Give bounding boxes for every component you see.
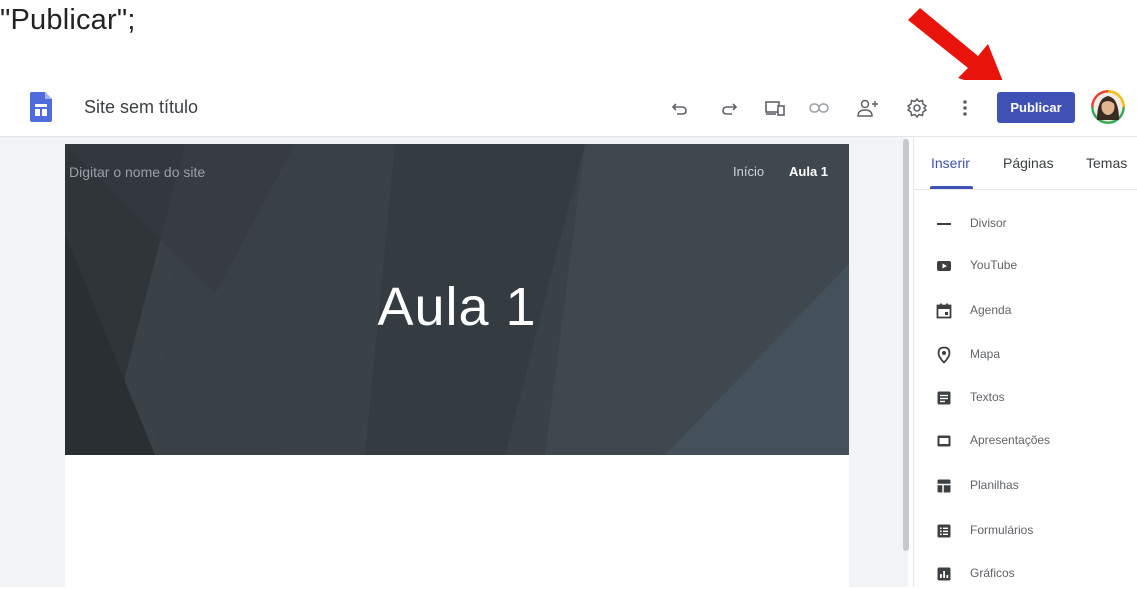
sites-logo-icon: [30, 92, 52, 122]
more-vert-icon[interactable]: [954, 97, 976, 119]
insert-item-label: Planilhas: [970, 478, 1019, 492]
calendar-icon: [936, 303, 952, 319]
charts-icon: [937, 567, 951, 581]
insert-item-youtube[interactable]: YouTube: [914, 251, 1137, 281]
insert-item-label: Textos: [970, 390, 1005, 404]
header-banner[interactable]: Digitar o nome do site Início Aula 1 Aul…: [65, 144, 849, 455]
map-pin-icon: [937, 346, 951, 364]
settings-gear-icon[interactable]: [906, 97, 928, 119]
redo-icon[interactable]: [718, 97, 740, 119]
panel-divider: [914, 189, 1137, 190]
insert-item-label: Formulários: [970, 523, 1034, 537]
youtube-icon: [937, 261, 951, 271]
publish-button[interactable]: Publicar: [997, 92, 1075, 123]
insert-item-agenda[interactable]: Agenda: [914, 296, 1137, 326]
insert-item-label: Agenda: [970, 303, 1012, 317]
insert-item-mapa[interactable]: Mapa: [914, 340, 1137, 370]
docs-icon: [937, 391, 951, 405]
site-name-placeholder[interactable]: Digitar o nome do site: [69, 164, 205, 180]
share-add-person-icon[interactable]: [857, 97, 879, 119]
tab-temas[interactable]: Temas: [1086, 155, 1127, 171]
caption-text: "Publicar";: [0, 4, 136, 36]
user-avatar[interactable]: [1091, 90, 1125, 124]
nav-link-inicio[interactable]: Início: [733, 164, 764, 179]
insert-item-label: Apresentações: [970, 433, 1051, 447]
link-icon[interactable]: [808, 97, 830, 119]
insert-item-formularios[interactable]: Formulários: [914, 516, 1137, 546]
slides-icon: [937, 435, 951, 447]
insert-item-label: Divisor: [970, 216, 1007, 230]
divider-icon: [937, 223, 951, 225]
preview-devices-icon[interactable]: [764, 97, 786, 119]
site-title[interactable]: Site sem título: [84, 97, 198, 118]
page-title[interactable]: Aula 1: [65, 276, 849, 338]
undo-icon[interactable]: [669, 97, 691, 119]
insert-item-apresentacoes[interactable]: Apresentações: [914, 426, 1137, 456]
insert-panel: Inserir Páginas Temas Divisor YouTube Ag…: [913, 137, 1137, 587]
tab-paginas[interactable]: Páginas: [1003, 155, 1054, 171]
insert-item-label: Gráficos: [970, 566, 1015, 580]
insert-item-label: YouTube: [970, 258, 1018, 272]
insert-item-textos[interactable]: Textos: [914, 383, 1137, 413]
top-bar: Site sem título Publicar: [0, 80, 1137, 137]
sheets-icon: [937, 479, 951, 493]
tab-inserir[interactable]: Inserir: [931, 155, 970, 171]
insert-item-divisor[interactable]: Divisor: [914, 209, 1137, 239]
insert-item-graficos[interactable]: Gráficos: [914, 559, 1137, 589]
insert-item-label: Mapa: [970, 347, 1001, 361]
insert-item-planilhas[interactable]: Planilhas: [914, 471, 1137, 501]
canvas-scrollbar[interactable]: [903, 139, 909, 551]
nav-link-current[interactable]: Aula 1: [789, 164, 828, 179]
forms-icon: [937, 524, 951, 538]
